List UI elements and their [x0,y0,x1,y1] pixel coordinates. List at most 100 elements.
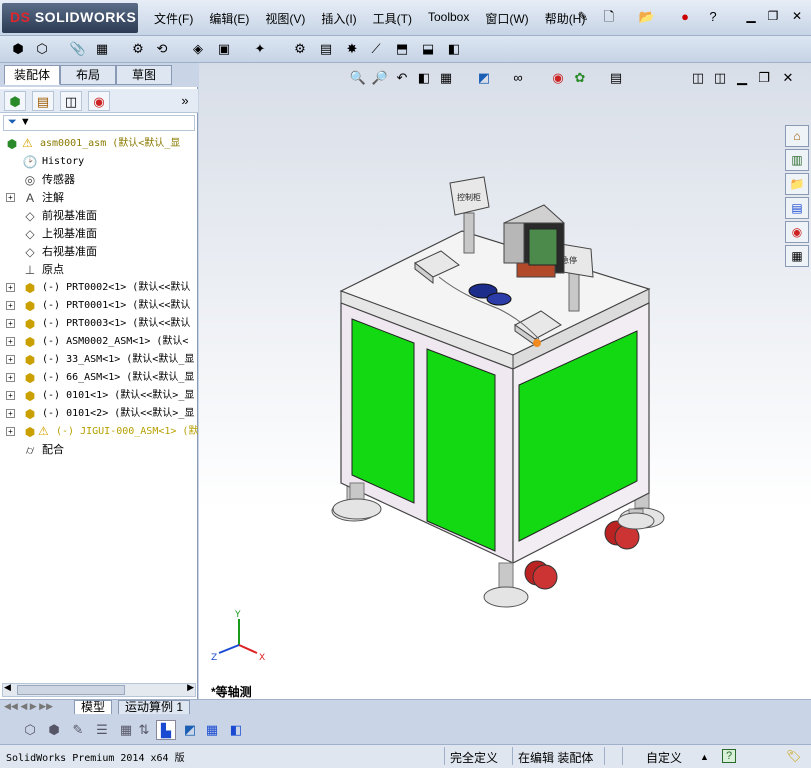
file-explorer-icon[interactable]: 📁 [785,173,809,195]
tag-icon[interactable]: 🏷 [786,749,801,763]
tool-icon-9[interactable]: ▦ [202,720,222,740]
scroll-right-icon[interactable]: ▶ [187,682,194,693]
scroll-left-icon[interactable]: ◀ [4,682,11,693]
feature-manager-pane: 装配体 布局 草图 ⬢ ▤ ◫ ◉ » ⏷ ▼ ⬢ ⚠ asm0001_asm … [0,63,198,699]
open-icon[interactable]: 📂 [638,8,656,26]
instant3d-icon[interactable]: ◧ [444,40,464,58]
design-library-icon[interactable]: ▥ [785,149,809,171]
menu-file[interactable]: 文件(F) [146,10,201,27]
menu-edit[interactable]: 编辑(E) [201,10,257,27]
tool-icon-2[interactable]: ⬢ [44,720,64,740]
interference-icon[interactable]: ⬒ [392,40,412,58]
feature-tree-icon[interactable]: ⬢ [4,91,26,111]
menu-tools[interactable]: 工具(T) [365,10,420,27]
property-manager-icon[interactable]: ▤ [32,91,54,111]
tree-item[interactable]: + ⬢ ⚠ (-) JIGUI-000_ASM<1> (默 [0,423,198,441]
tab-motion-study[interactable]: 运动算例 1 [118,700,191,715]
status-units[interactable]: 自定义 [646,749,682,766]
tool-icon-8[interactable]: ◩ [180,720,200,740]
tree-item[interactable]: ◎ 传感器 [0,171,198,189]
tree-root[interactable]: ⬢ ⚠ asm0001_asm (默认<默认_显 [0,135,198,153]
tool-icon-3[interactable]: ✎ [68,720,88,740]
assembly-features-icon[interactable]: ▣ [214,40,234,58]
graphics-area[interactable]: 🔍 🔎 ↶ ◧ ▦ ◩ ∞ ◉ ✿ ▤ ◫ ◫ ▁ ❐ ✕ 控制柜 急停 Y X… [199,63,811,699]
explode-line-icon[interactable]: ⟋ [366,40,386,58]
expand-icon[interactable]: + [6,319,15,328]
tree-item[interactable]: + ⬢ (-) 0101<2> (默认<<默认>_显 [0,405,198,423]
tree-filter[interactable]: ⏷ ▼ [3,115,195,131]
tree-item[interactable]: + ⬢ (-) 66_ASM<1> (默认<默认_显 [0,369,198,387]
appearances-icon[interactable]: ◉ [785,221,809,243]
tree-item[interactable]: ◇ 右视基准面 [0,243,198,261]
menu-view[interactable]: 视图(V) [257,10,313,27]
tree-item[interactable]: ⊥ 原点 [0,261,198,279]
solidworks-resources-icon[interactable]: ⌂ [785,125,809,147]
tree-item[interactable]: 🕑 History [0,153,198,171]
close-button[interactable]: ✕ [788,8,806,24]
expand-chevron-icon[interactable]: » [174,91,196,111]
tree-item[interactable]: ◇ 前视基准面 [0,207,198,225]
tree-item[interactable]: ◇ 上视基准面 [0,225,198,243]
tree-item[interactable]: + ⬢ (-) PRT0002<1> (默认<<默认 [0,279,198,297]
bill-of-materials-icon[interactable]: ▤ [316,40,336,58]
scroll-thumb[interactable] [17,685,125,695]
expand-icon[interactable]: + [6,427,15,436]
smart-fasteners-icon[interactable]: ⚙ [128,40,148,58]
tree-item[interactable]: + ⬢ (-) 0101<1> (默认<<默认>_显 [0,387,198,405]
help-icon[interactable]: ? [704,8,722,26]
menu-toolbox[interactable]: Toolbox [420,10,477,27]
expand-icon[interactable]: + [6,301,15,310]
menu-window[interactable]: 窗口(W) [477,10,536,27]
view-palette-icon[interactable]: ▤ [785,197,809,219]
expand-icon[interactable]: + [6,391,15,400]
reference-geometry-icon[interactable]: ✦ [250,40,270,58]
tree-item[interactable]: ⌭ 配合 [0,441,198,459]
traffic-light-icon[interactable]: ● [676,8,694,26]
tool-icon-4[interactable]: ☰ [92,720,112,740]
linear-pattern-icon[interactable]: ▦ [92,40,112,58]
tree-item[interactable]: + ⬢ (-) 33_ASM<1> (默认<默认_显 [0,351,198,369]
insert-component-icon[interactable]: ⬢ [8,40,28,58]
tab-model[interactable]: 模型 [74,700,113,715]
tree-horizontal-scrollbar[interactable]: ◀ ▶ [2,682,196,697]
move-component-icon[interactable]: ⟲ [152,40,172,58]
clearance-icon[interactable]: ⬓ [418,40,438,58]
appearance-manager-icon[interactable]: ◉ [88,91,110,111]
units-arrow-icon[interactable]: ▲ [700,752,709,762]
show-hidden-icon[interactable]: ◈ [188,40,208,58]
expand-icon[interactable]: + [6,337,15,346]
configuration-manager-icon[interactable]: ◫ [60,91,82,111]
expand-icon[interactable]: + [6,283,15,292]
tab-sketch[interactable]: 草图 [116,65,172,85]
help-icon[interactable]: ? [722,749,736,763]
tab-layout[interactable]: 布局 [60,65,116,85]
expand-icon[interactable]: + [6,193,15,202]
new-document-icon[interactable]: 🗋 [600,8,618,26]
custom-properties-icon[interactable]: ▦ [785,245,809,267]
feature-icon: ◎ [24,173,36,187]
expand-icon[interactable]: + [6,373,15,382]
new-motion-study-icon[interactable]: ⚙ [290,40,310,58]
mate-icon[interactable]: 📎 [68,40,88,58]
green-panel-1 [351,318,415,504]
tree-item[interactable]: + ⬢ (-) PRT0001<1> (默认<<默认 [0,297,198,315]
tab-assembly[interactable]: 装配体 [4,65,60,85]
command-manager-tabs: 装配体 布局 草图 [0,63,198,87]
expand-icon[interactable]: + [6,355,15,364]
expand-icon[interactable]: + [6,409,15,418]
exploded-view-icon[interactable]: ✸ [342,40,362,58]
tab-nav-icons[interactable]: ◀◀ ◀ ▶ ▶▶ [4,701,53,712]
pin-icon[interactable]: ✎ [574,8,592,26]
tree-item[interactable]: + A 注解 [0,189,198,207]
minimize-button[interactable]: ▁ [742,8,760,24]
menu-insert[interactable]: 插入(I) [313,10,364,27]
tool-icon-7[interactable]: ▙ [156,720,176,740]
tree-item[interactable]: + ⬢ (-) PRT0003<1> (默认<<默认 [0,315,198,333]
tool-icon-5[interactable]: ▦ [116,720,136,740]
restore-button[interactable]: ❐ [764,8,782,24]
tool-icon-10[interactable]: ◧ [226,720,246,740]
tree-item[interactable]: + ⬢ (-) ASM0002_ASM<1> (默认< [0,333,198,351]
tool-icon-6[interactable]: ⇅ [134,720,154,740]
tool-icon-1[interactable]: ⬡ [20,720,40,740]
new-part-icon[interactable]: ⬡ [32,40,52,58]
